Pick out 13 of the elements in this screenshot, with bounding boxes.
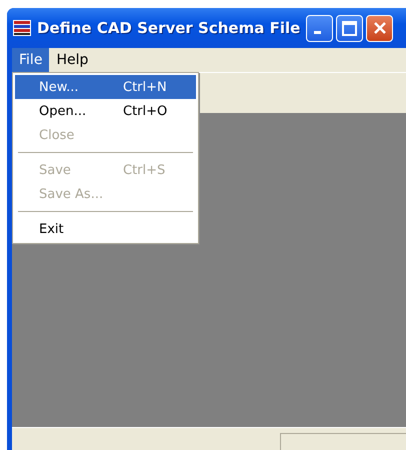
menu-item[interactable]: New... Ctrl+N: [15, 75, 196, 99]
minimize-icon: [314, 31, 322, 34]
menu-bar-item[interactable]: Help: [49, 48, 96, 72]
grid-icon: [13, 20, 31, 36]
maximize-button[interactable]: [336, 14, 364, 42]
menu-item[interactable]: Open... Ctrl+O: [15, 99, 196, 123]
maximize-icon: [342, 20, 358, 36]
close-icon: [372, 21, 387, 35]
window-title: Define CAD Server Schema File: [37, 19, 300, 37]
menu-bar-item[interactable]: File: [12, 48, 50, 72]
minimize-button[interactable]: [306, 14, 334, 42]
menu-item[interactable]: Exit: [15, 217, 196, 241]
close-button[interactable]: [366, 14, 394, 42]
